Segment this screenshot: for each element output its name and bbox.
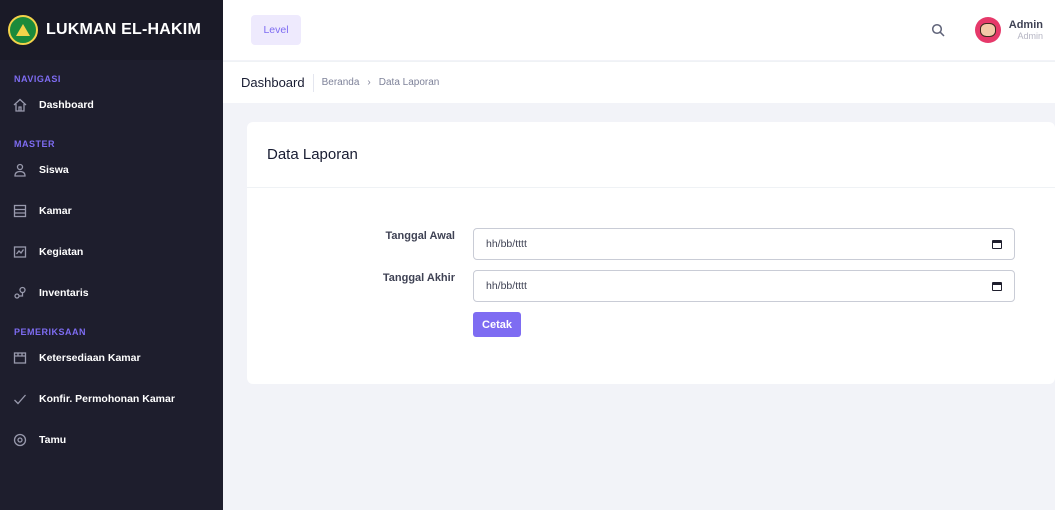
section-pemeriksaan: PEMERIKSAAN [14,327,87,337]
report-card: Data Laporan Tanggal Awal hh/bb/tttt Tan… [247,122,1055,384]
form-row-start-date: Tanggal Awal [247,228,455,242]
brand[interactable]: LUKMAN EL-HAKIM [0,0,223,60]
end-date-value: hh/bb/tttt [486,280,527,292]
user-name: Admin [1008,19,1043,31]
sidebar-item-tamu[interactable]: Tamu [0,419,223,460]
sidebar-item-siswa[interactable]: Siswa [0,149,223,190]
card-title: Data Laporan [267,146,358,163]
card-header: Data Laporan [247,122,1055,188]
cetak-button[interactable]: Cetak [473,312,521,337]
user-info[interactable]: Admin Admin [1009,19,1043,41]
sidebar-item-label: Ketersediaan Kamar [39,351,141,364]
sidebar-item-dashboard[interactable]: Dashboard [0,84,223,125]
page-title: Dashboard [241,75,305,90]
sidebar-item-label: Kamar [39,204,72,217]
sidebar-item-konfir-permohonan-kamar[interactable]: Konfir. Permohonan Kamar [0,378,223,419]
toolbar-divider [312,73,314,92]
sidebar-item-label: Kegiatan [39,245,84,258]
logo-icon [8,15,38,45]
level-button[interactable]: Level [251,15,301,45]
avatar[interactable] [974,17,1001,43]
inventory-icon [13,286,27,300]
calendar-icon[interactable] [992,239,1002,249]
sidebar: LUKMAN EL-HAKIM NAVIGASI Dashboard MASTE… [0,0,223,510]
breadcrumb-current: Data Laporan [378,77,440,88]
sidebar-item-kamar[interactable]: Kamar [0,190,223,231]
start-date-value: hh/bb/tttt [486,238,527,250]
list-icon [13,204,27,218]
user-role: Admin [1017,31,1043,41]
breadcrumb-beranda[interactable]: Beranda [322,77,360,88]
header-right: Admin Admin [931,17,1043,43]
sidebar-item-label: Dashboard [39,98,94,111]
sidebar-item-label: Inventaris [39,286,89,299]
target-icon [13,433,27,447]
chevron-right-icon: › [367,77,371,88]
check-icon [13,392,27,406]
sidebar-item-ketersediaan-kamar[interactable]: Ketersediaan Kamar [0,337,223,378]
brand-name: LUKMAN EL-HAKIM [46,21,201,38]
home-icon [13,98,27,112]
start-date-label: Tanggal Awal [385,230,455,242]
room-icon [13,351,27,365]
sidebar-item-label: Siswa [39,163,69,176]
section-navigasi: NAVIGASI [14,74,61,84]
section-master: MASTER [14,139,55,149]
user-icon [13,163,27,177]
end-date-label: Tanggal Akhir [382,272,455,284]
sidebar-item-label: Konfir. Permohonan Kamar [39,392,175,405]
start-date-input[interactable]: hh/bb/tttt [473,228,1015,260]
sidebar-item-inventaris[interactable]: Inventaris [0,272,223,313]
calendar-icon[interactable] [992,281,1002,291]
toolbar: Dashboard Beranda › Data Laporan [223,61,1055,103]
search-icon[interactable] [931,23,945,37]
form-row-end-date: Tanggal Akhir [247,270,455,284]
sidebar-item-kegiatan[interactable]: Kegiatan [0,231,223,272]
end-date-input[interactable]: hh/bb/tttt [473,270,1015,302]
top-header: Level Admin Admin [223,0,1055,60]
activity-icon [13,245,27,259]
sidebar-item-label: Tamu [39,433,67,446]
